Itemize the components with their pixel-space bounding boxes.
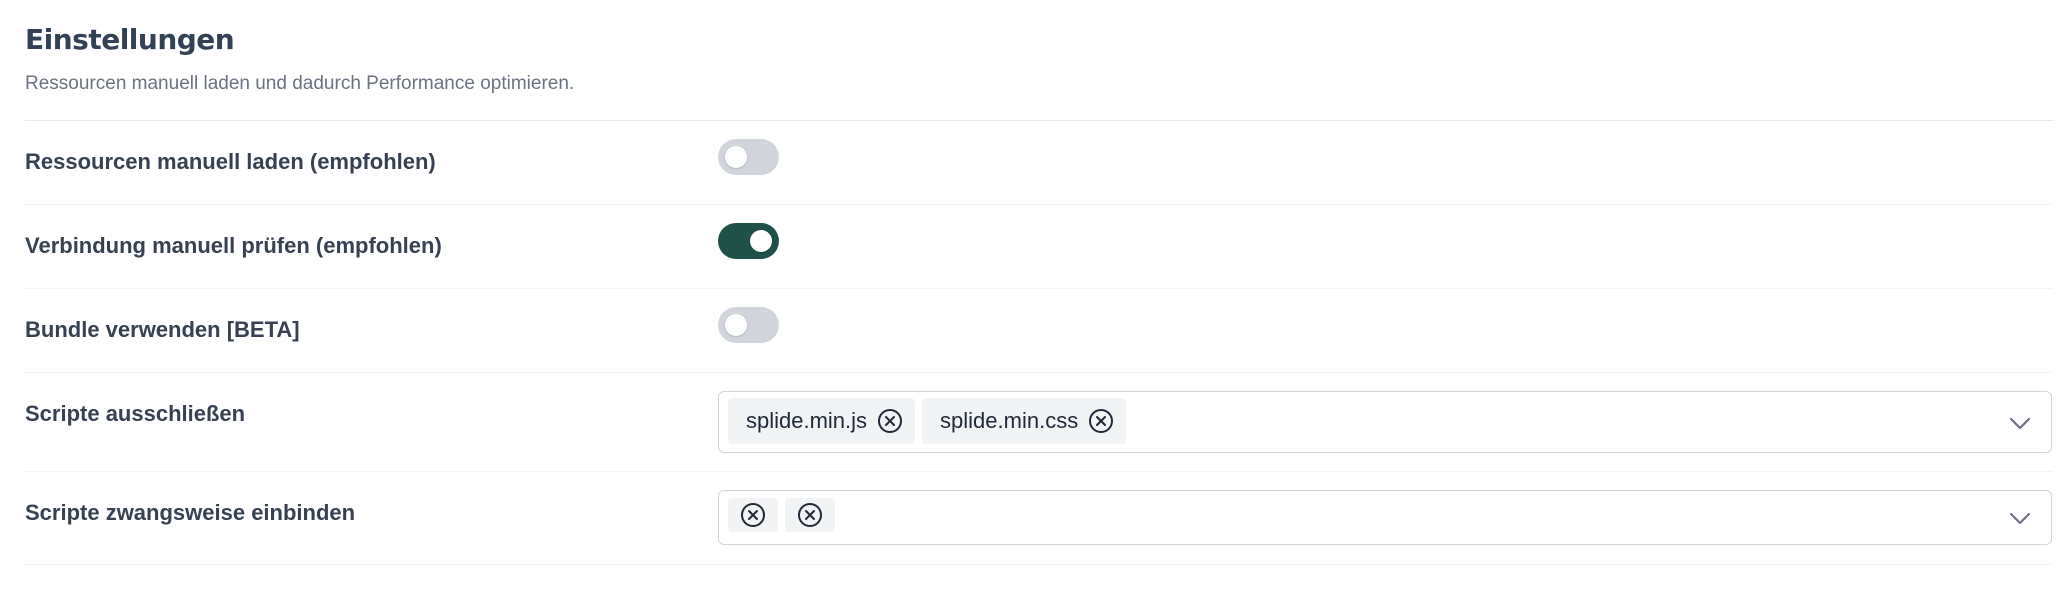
row-divider (25, 471, 2053, 472)
bundle-toggle[interactable] (718, 307, 779, 343)
settings-header: Einstellungen Ressourcen manuell laden u… (25, 22, 574, 96)
force-scripts-select[interactable] (718, 490, 2052, 545)
tag-label: splide.min.css (940, 408, 1079, 433)
force-scripts-label: Scripte zwangsweise einbinden (25, 500, 356, 525)
manual-load-label: Ressourcen manuell laden (empfohlen) (25, 149, 436, 174)
manual-load-toggle[interactable] (718, 139, 779, 175)
circle-x-icon[interactable] (797, 502, 823, 528)
circle-x-icon[interactable] (877, 408, 903, 434)
toggle-knob (750, 230, 772, 252)
row-divider (25, 564, 2053, 565)
row-divider (25, 204, 2053, 205)
page-subtitle: Ressourcen manuell laden und dadurch Per… (25, 73, 575, 94)
tag-chip: splide.min.css (922, 398, 1127, 444)
chevron-down-icon[interactable] (2007, 505, 2033, 531)
tag-chip (785, 498, 835, 532)
row-divider (25, 372, 2053, 373)
exclude-scripts-select[interactable]: splide.min.js splide.min.css (718, 391, 2052, 453)
circle-x-icon[interactable] (1088, 408, 1114, 434)
circle-x-icon[interactable] (740, 502, 766, 528)
manual-check-toggle[interactable] (718, 223, 779, 259)
tag-label: splide.min.js (746, 408, 868, 433)
tag-chip: splide.min.js (728, 398, 916, 444)
selected-tags (728, 498, 835, 532)
settings-page: Einstellungen Ressourcen manuell laden u… (0, 0, 2070, 596)
header-divider (25, 120, 2053, 121)
selected-tags: splide.min.js splide.min.css (728, 398, 1127, 444)
row-divider (25, 288, 2053, 289)
chevron-down-icon[interactable] (2007, 410, 2033, 436)
manual-check-label: Verbindung manuell prüfen (empfohlen) (25, 233, 442, 258)
toggle-knob (725, 314, 747, 336)
bundle-label: Bundle verwenden [BETA] (25, 317, 300, 342)
exclude-scripts-label: Scripte ausschließen (25, 401, 246, 426)
toggle-knob (725, 146, 747, 168)
tag-chip (728, 498, 778, 532)
page-title: Einstellungen (25, 23, 235, 56)
